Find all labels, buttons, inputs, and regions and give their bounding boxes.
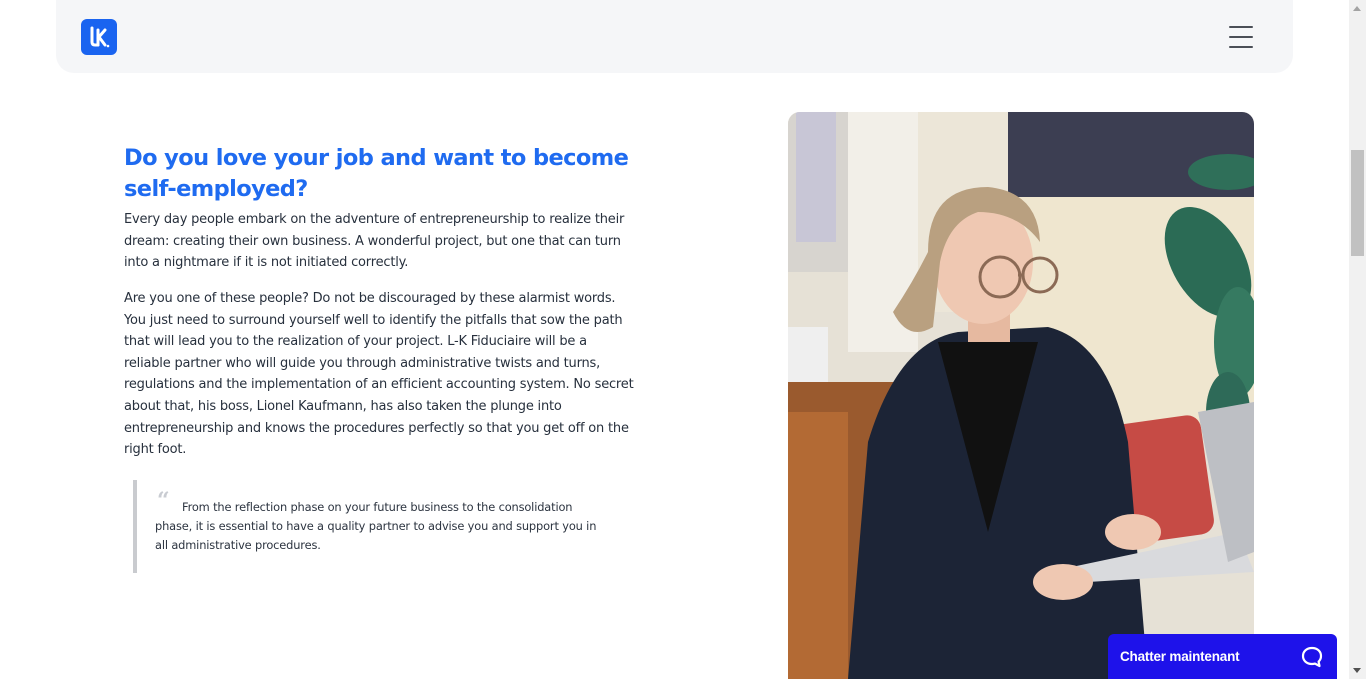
chat-now-label: Chatter maintenant [1120,649,1240,664]
site-header [56,0,1293,73]
quote-mark-icon: “ [157,488,170,514]
scroll-thumb[interactable] [1351,150,1364,256]
body-paragraph: Are you one of these people? Do not be d… [124,291,634,458]
page-scrollbar[interactable] [1349,0,1366,679]
brand-logo[interactable] [81,19,117,55]
scroll-down-arrow-icon[interactable] [1353,668,1361,673]
chat-now-button[interactable]: Chatter maintenant [1108,634,1337,679]
photo-illustration [788,112,1254,679]
chat-bubble-icon [1301,646,1323,667]
page: Do you love your job and want to become … [0,0,1366,679]
lk-logo-icon [90,26,110,48]
quote-text: From the reflection phase on your future… [155,500,597,552]
menu-line [1229,36,1253,38]
woman-laptop-photo [788,112,1254,679]
menu-line [1229,26,1253,28]
hamburger-menu-icon[interactable] [1229,26,1253,48]
menu-line [1229,46,1253,48]
section-title: Do you love your job and want to become … [124,145,629,202]
quote-block: “ From the reflection phase on your futu… [133,480,603,573]
scroll-up-arrow-icon[interactable] [1353,6,1361,11]
intro-paragraph: Every day people embark on the adventure… [124,212,625,271]
